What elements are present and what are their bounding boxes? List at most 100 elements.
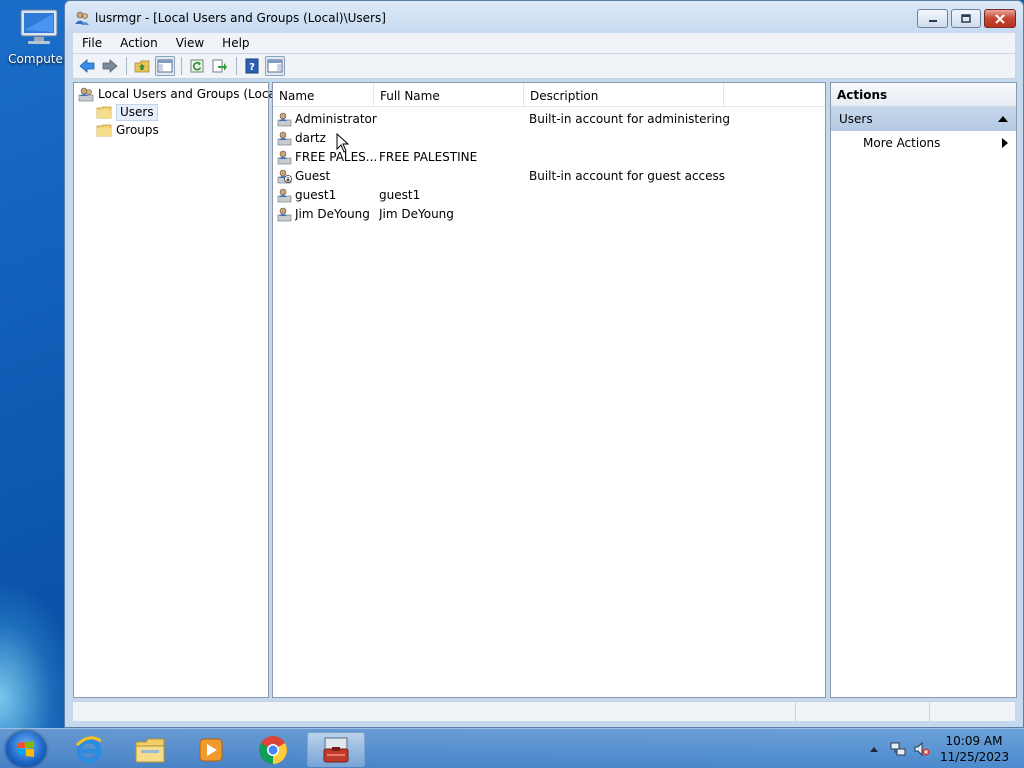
toolbar-separator xyxy=(181,57,182,75)
start-button[interactable] xyxy=(6,731,46,767)
internet-explorer-icon xyxy=(75,735,102,763)
user-name: guest1 xyxy=(295,187,337,202)
disabled-user-icon xyxy=(277,168,295,184)
up-folder-icon xyxy=(134,60,150,73)
column-header-full-name[interactable]: Full Name xyxy=(374,83,524,107)
menu-bar: File Action View Help xyxy=(73,33,1015,53)
status-segment xyxy=(795,702,929,722)
taskbar-internet-explorer[interactable] xyxy=(60,732,118,767)
taskbar-computer-management[interactable] xyxy=(307,732,365,767)
table-row[interactable]: Administrator Built-in account for admin… xyxy=(277,109,729,128)
local-users-groups-icon xyxy=(78,86,94,102)
column-header-description[interactable]: Description xyxy=(524,83,724,107)
export-list-button[interactable] xyxy=(210,56,230,76)
menu-view[interactable]: View xyxy=(167,33,213,53)
status-segment xyxy=(929,702,1019,722)
table-row[interactable]: guest1 guest1 xyxy=(277,185,729,204)
taskbar-media-player[interactable] xyxy=(182,732,240,767)
maximize-button[interactable] xyxy=(951,9,981,28)
user-icon xyxy=(277,187,295,203)
tree-root[interactable]: Local Users and Groups (Local) xyxy=(78,85,284,103)
user-name: Guest xyxy=(295,168,331,183)
network-icon xyxy=(890,742,906,756)
back-button[interactable] xyxy=(77,56,97,76)
tree-item-users[interactable]: Users xyxy=(96,103,158,121)
media-player-icon xyxy=(199,738,223,761)
user-icon xyxy=(277,111,295,127)
taskbar-clock[interactable]: 10:09 AM 11/25/2023 xyxy=(940,733,1010,765)
svg-text:?: ? xyxy=(249,62,255,73)
help-icon: ? xyxy=(245,58,259,74)
list-header: Name Full Name Description xyxy=(273,83,825,107)
windows-logo-icon xyxy=(18,741,34,757)
mouse-cursor xyxy=(336,133,350,153)
close-icon xyxy=(995,13,1005,24)
lusrmgr-window: lusrmgr - [Local Users and Groups (Local… xyxy=(64,0,1024,728)
chevron-up-icon xyxy=(870,747,878,752)
volume-tray-icon[interactable] xyxy=(914,741,930,757)
forward-arrow-icon xyxy=(102,59,118,73)
user-icon xyxy=(277,206,295,222)
help-button[interactable]: ? xyxy=(242,56,262,76)
actions-title: Actions xyxy=(831,83,1016,107)
column-header-name[interactable]: Name xyxy=(273,83,374,107)
window-title: lusrmgr - [Local Users and Groups (Local… xyxy=(95,11,386,25)
table-row[interactable]: Jim DeYoung Jim DeYoung xyxy=(277,204,729,223)
user-full-name: FREE PALESTINE xyxy=(379,149,478,164)
network-tray-icon[interactable] xyxy=(890,741,906,757)
clock-time: 10:09 AM xyxy=(945,734,1003,748)
tree-root-label: Local Users and Groups (Local) xyxy=(98,87,284,101)
show-hide-tree-icon xyxy=(157,59,173,73)
taskbar-chrome[interactable] xyxy=(244,732,302,767)
desktop-icon-computer[interactable]: Computer xyxy=(8,8,68,66)
user-description: Built-in account for administering... xyxy=(529,111,729,126)
clock-date: 11/25/2023 xyxy=(940,750,1010,764)
folder-icon xyxy=(96,104,112,120)
show-hidden-icons-button[interactable] xyxy=(866,741,882,757)
minimize-button[interactable] xyxy=(917,9,948,28)
user-name: Administrator xyxy=(295,111,377,126)
more-actions-label: More Actions xyxy=(863,136,941,150)
taskbar-file-explorer[interactable] xyxy=(121,732,179,767)
actions-section-users[interactable]: Users xyxy=(831,107,1016,131)
title-bar[interactable]: lusrmgr - [Local Users and Groups (Local… xyxy=(65,1,1023,35)
menu-action[interactable]: Action xyxy=(111,33,167,53)
menu-file[interactable]: File xyxy=(73,33,111,53)
submenu-arrow-icon xyxy=(1002,138,1008,148)
computer-management-icon xyxy=(323,737,349,762)
show-hide-console-tree-button[interactable] xyxy=(155,56,175,76)
menu-help[interactable]: Help xyxy=(213,33,258,53)
desktop-icon-label: Computer xyxy=(8,52,68,66)
user-name: Jim DeYoung xyxy=(295,206,370,221)
show-hide-action-pane-button[interactable] xyxy=(265,56,285,76)
export-list-icon xyxy=(212,59,227,73)
actions-pane: Actions Users More Actions xyxy=(830,82,1017,698)
column-header-empty xyxy=(724,83,825,107)
chrome-icon xyxy=(259,735,287,764)
collapse-up-icon xyxy=(998,116,1008,122)
toolbar-separator xyxy=(236,57,237,75)
toolbar-separator xyxy=(126,57,127,75)
back-arrow-icon xyxy=(79,59,95,73)
console-tree-pane: Local Users and Groups (Local) Users Gro… xyxy=(73,82,284,698)
user-icon xyxy=(277,130,295,146)
up-one-level-button[interactable] xyxy=(132,56,152,76)
tree-item-groups[interactable]: Groups xyxy=(96,121,159,139)
refresh-button[interactable] xyxy=(187,56,207,76)
minimize-icon xyxy=(928,19,937,22)
user-icon xyxy=(277,149,295,165)
tree-item-label: Groups xyxy=(116,123,159,137)
users-list-pane: Name Full Name Description Administrator… xyxy=(272,82,826,698)
more-actions-item[interactable]: More Actions xyxy=(831,131,1016,153)
close-button[interactable] xyxy=(984,9,1016,28)
restore-icon xyxy=(961,13,971,23)
taskbar: 10:09 AM 11/25/2023 xyxy=(0,728,1024,768)
file-explorer-icon xyxy=(135,738,165,762)
user-full-name: Jim DeYoung xyxy=(379,206,454,221)
actions-section-label: Users xyxy=(839,112,873,126)
forward-button[interactable] xyxy=(100,56,120,76)
table-row[interactable]: Guest Built-in account for guest access … xyxy=(277,166,729,185)
folder-icon xyxy=(96,122,112,138)
refresh-icon xyxy=(190,59,204,73)
show-hide-action-pane-icon xyxy=(267,59,283,73)
